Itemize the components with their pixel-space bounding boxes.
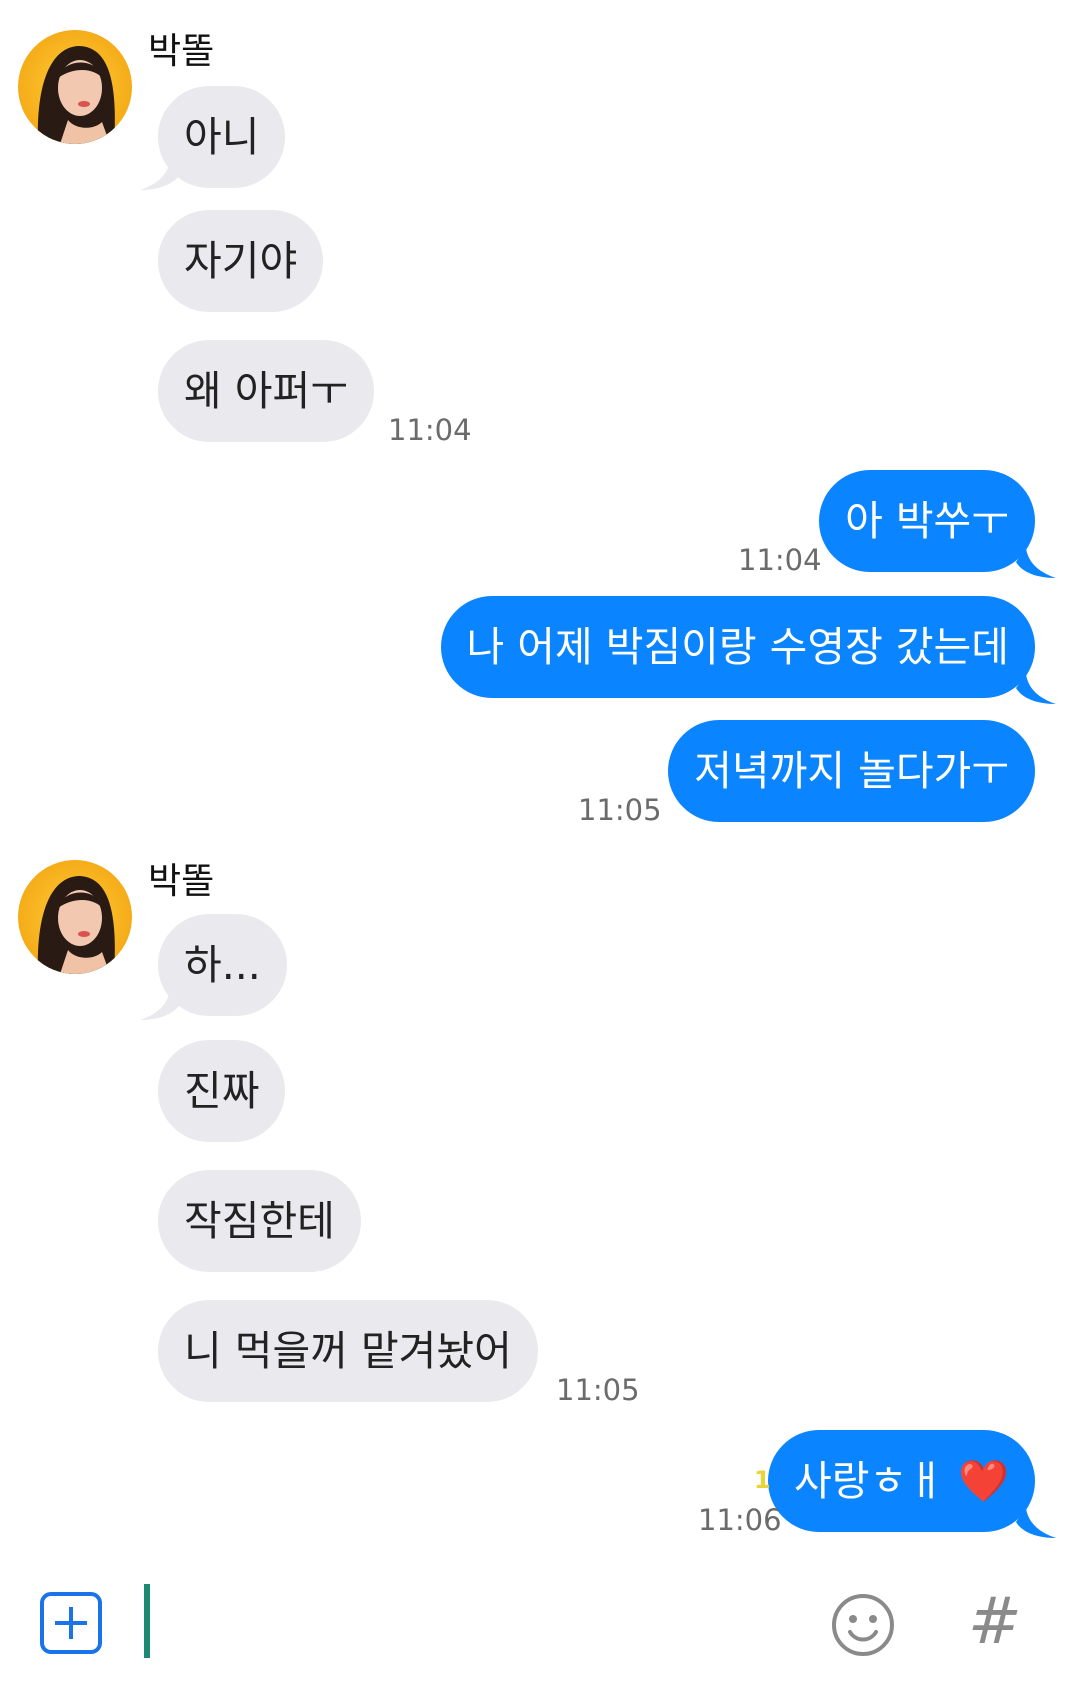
message-bubble[interactable]: 작짐한테 bbox=[158, 1170, 361, 1272]
message-text: 사랑ㅎㅐ bbox=[794, 1457, 945, 1505]
text-cursor bbox=[144, 1584, 150, 1658]
sender-name: 박똘 bbox=[148, 31, 215, 72]
message-bubble[interactable]: 왜 아퍼ㅜ bbox=[158, 340, 374, 442]
message-time: 11:04 bbox=[388, 413, 472, 447]
message-time: 11:05 bbox=[578, 793, 662, 827]
message-bubble[interactable]: 자기야 bbox=[158, 210, 324, 312]
hashtag-icon[interactable]: # bbox=[968, 1584, 1022, 1660]
message-bubble[interactable]: 아니 bbox=[158, 86, 286, 188]
message-bubble[interactable]: 저녁까지 놀다가ㅜ bbox=[668, 720, 1035, 822]
message-time: 11:04 bbox=[738, 543, 822, 577]
unread-count: 1 bbox=[754, 1466, 771, 1494]
plus-square-icon[interactable] bbox=[40, 1592, 102, 1654]
message-input[interactable] bbox=[140, 1584, 800, 1660]
message-bubble[interactable]: 사랑ㅎㅐ ❤️ bbox=[768, 1430, 1035, 1532]
avatar[interactable] bbox=[18, 30, 132, 144]
sender-name: 박똘 bbox=[148, 861, 215, 902]
message-time: 11:05 bbox=[556, 1373, 640, 1407]
message-bubble[interactable]: 진짜 bbox=[158, 1040, 286, 1142]
smiley-icon[interactable] bbox=[830, 1592, 896, 1658]
message-bubble[interactable]: 니 먹을꺼 맡겨놨어 bbox=[158, 1300, 538, 1402]
message-composer: # bbox=[0, 1560, 1080, 1698]
avatar[interactable] bbox=[18, 860, 132, 974]
message-bubble[interactable]: 나 어제 박짐이랑 수영장 갔는데 bbox=[440, 596, 1035, 698]
message-time: 11:06 bbox=[698, 1503, 782, 1537]
message-bubble[interactable]: 하... bbox=[158, 914, 287, 1016]
message-bubble[interactable]: 아 박쑤ㅜ bbox=[819, 470, 1035, 572]
bubble-tail bbox=[1016, 674, 1056, 704]
heart-emoji: ❤️ bbox=[957, 1457, 1009, 1505]
bubble-tail bbox=[1016, 1508, 1056, 1538]
bubble-tail bbox=[1016, 548, 1056, 578]
